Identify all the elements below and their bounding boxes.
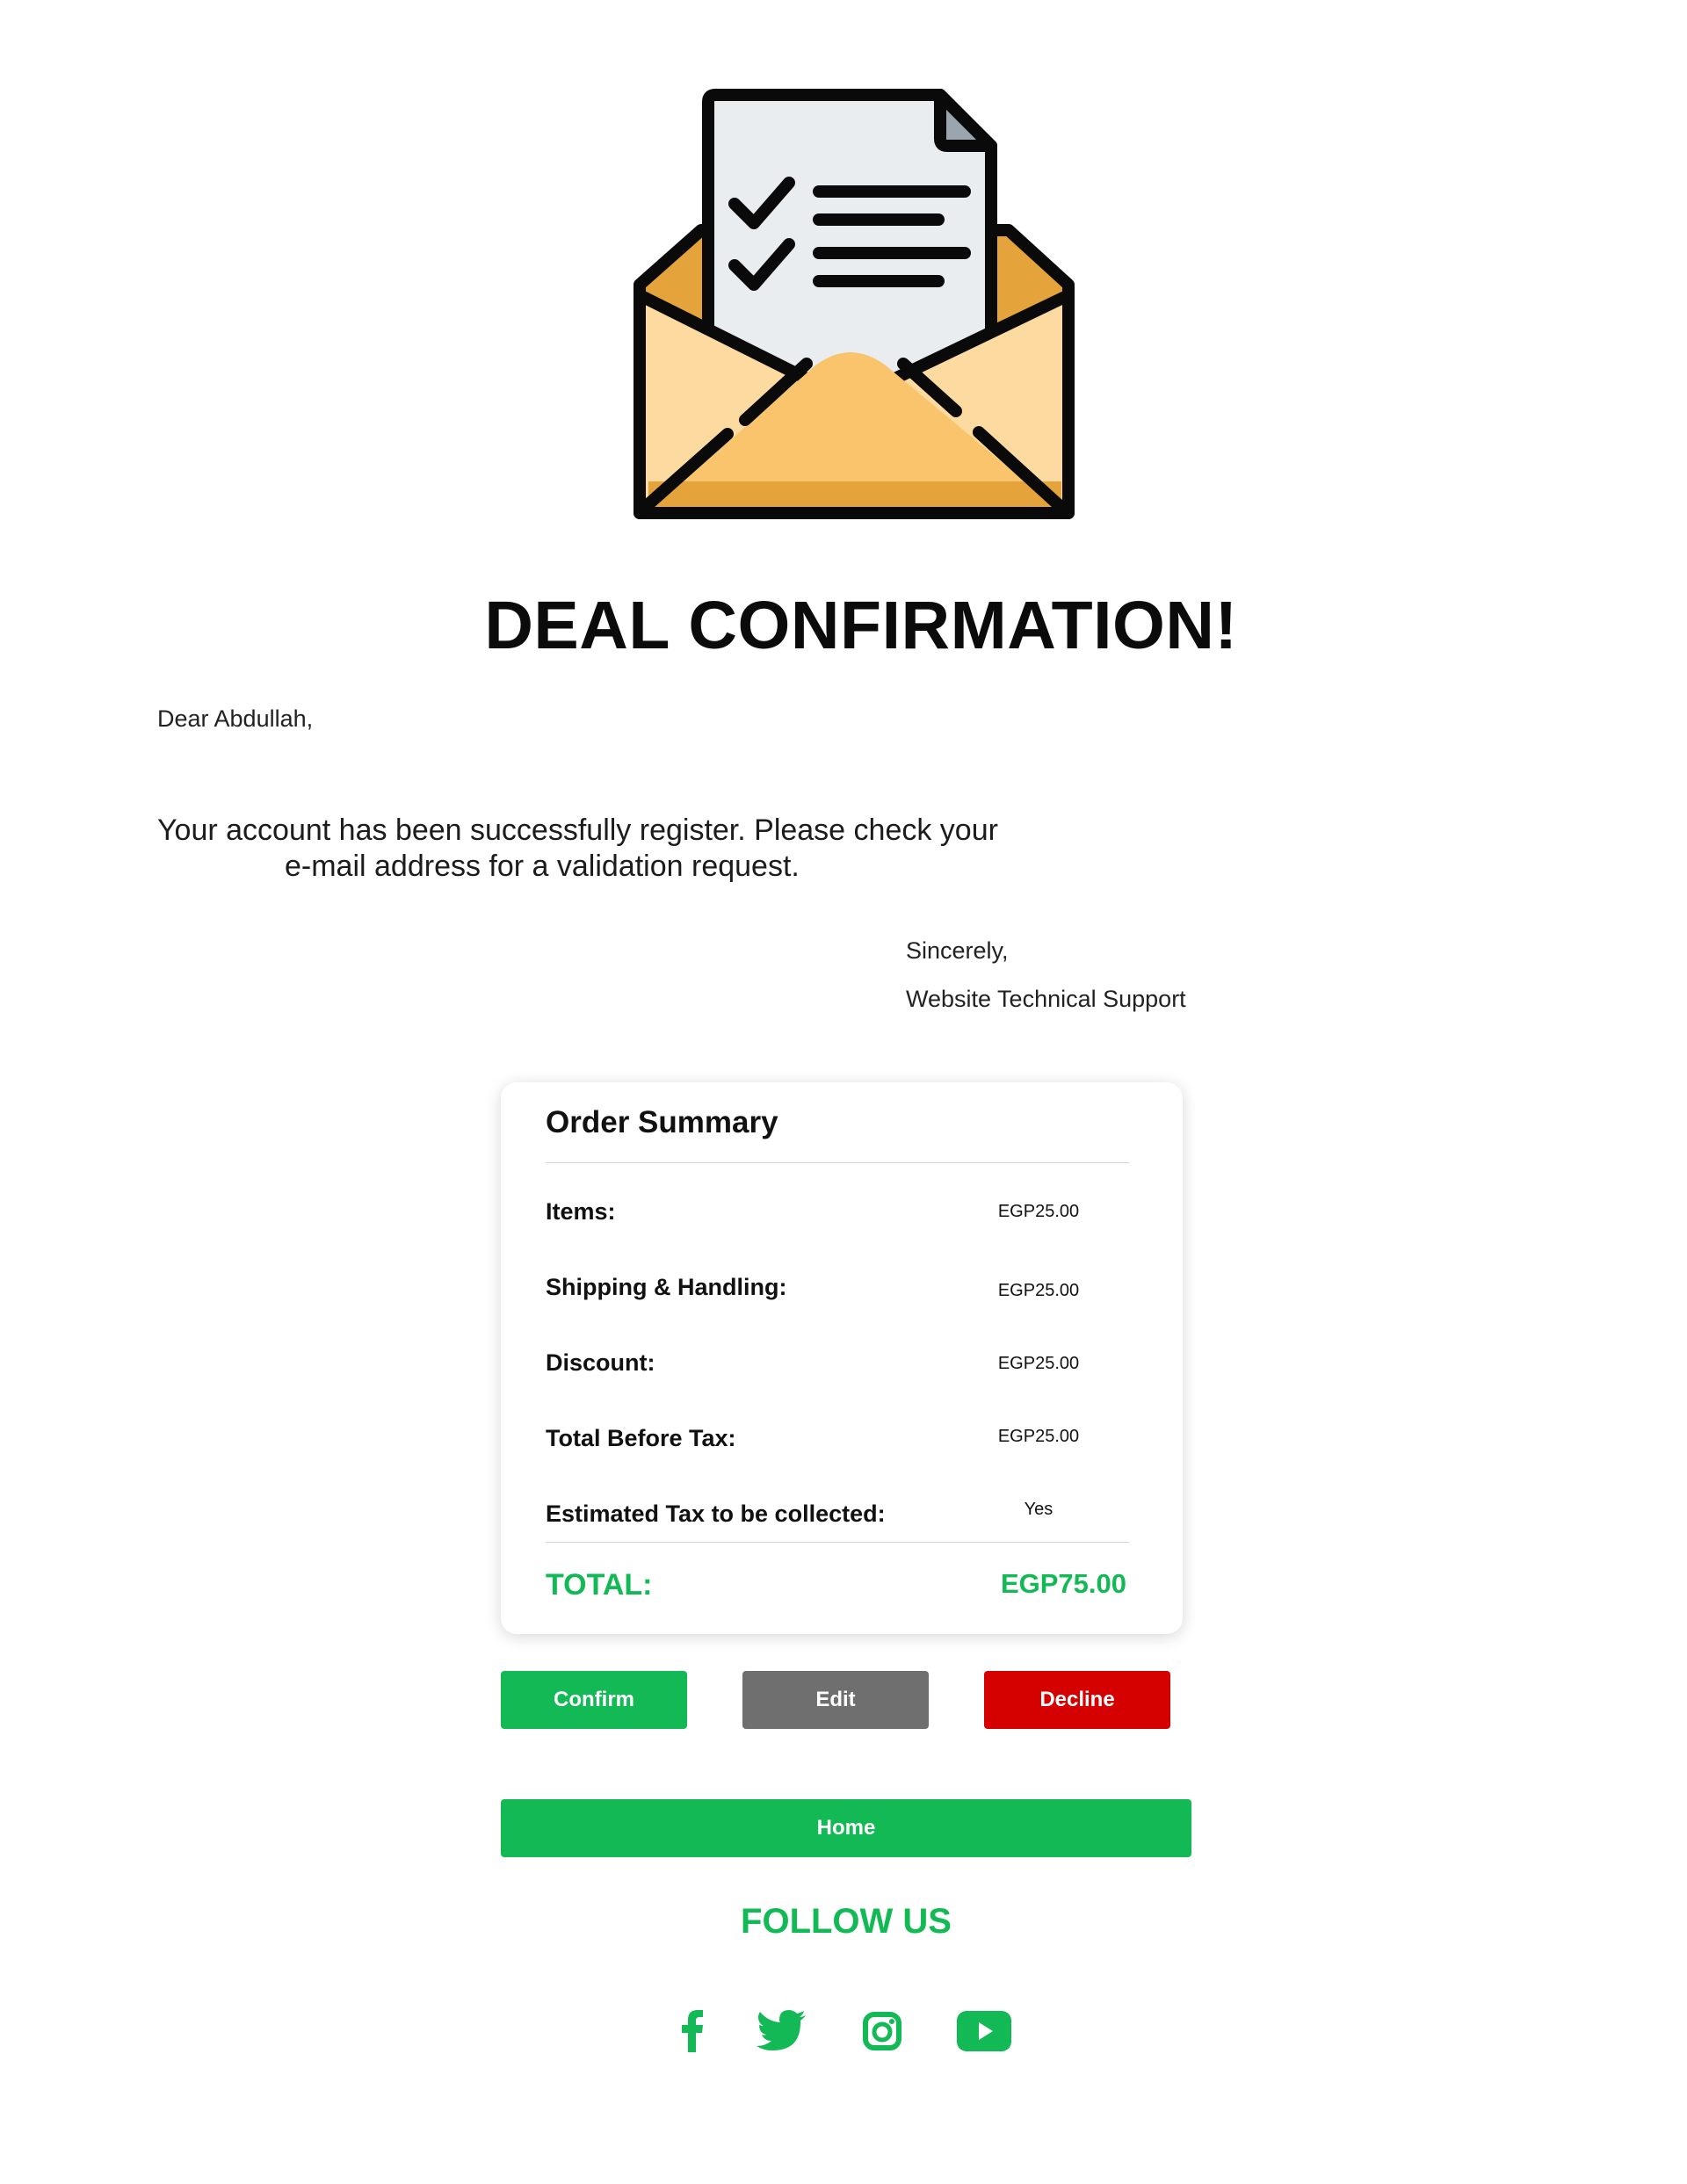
summary-row-value-estimated-tax: Yes xyxy=(1024,1500,1053,1519)
order-summary-title: Order Summary xyxy=(546,1105,778,1139)
envelope-checklist-icon xyxy=(631,84,1079,545)
youtube-icon[interactable] xyxy=(956,2005,1012,2057)
confirm-button[interactable]: Confirm xyxy=(501,1671,687,1729)
summary-row-value-items: EGP25.00 xyxy=(997,1202,1080,1221)
summary-row-label-items: Items: xyxy=(546,1198,616,1225)
divider xyxy=(546,1542,1129,1543)
summary-row-value-discount: EGP25.00 xyxy=(997,1354,1080,1373)
signature-sender: Website Technical Support xyxy=(906,986,1186,1012)
decline-button[interactable]: Decline xyxy=(984,1671,1170,1729)
divider xyxy=(546,1162,1129,1163)
follow-us-heading: FOLLOW US xyxy=(741,1902,952,1941)
summary-row-label-discount: Discount: xyxy=(546,1349,655,1376)
twitter-icon[interactable] xyxy=(756,2005,807,2057)
edit-button[interactable]: Edit xyxy=(742,1671,929,1729)
signature-closing: Sincerely, xyxy=(906,937,1009,964)
summary-row-label-shipping: Shipping & Handling: xyxy=(546,1274,787,1300)
summary-row-value-shipping: EGP25.00 xyxy=(997,1281,1080,1300)
summary-row-label-before-tax: Total Before Tax: xyxy=(546,1425,736,1451)
instagram-icon[interactable] xyxy=(859,2005,905,2057)
total-label: TOTAL: xyxy=(546,1568,653,1602)
total-value: EGP75.00 xyxy=(1000,1568,1126,1599)
message-line-1: Your account has been successfully regis… xyxy=(157,814,998,847)
home-button[interactable]: Home xyxy=(501,1799,1191,1857)
page-title: DEAL CONFIRMATION! xyxy=(484,588,1238,663)
summary-row-value-before-tax: EGP25.00 xyxy=(997,1427,1080,1446)
greeting-text: Dear Abdullah, xyxy=(157,705,314,732)
message-line-2: e-mail address for a validation request. xyxy=(285,850,800,883)
order-summary-card: Order Summary Items: EGP25.00 Shipping &… xyxy=(501,1082,1183,1634)
summary-row-label-estimated-tax: Estimated Tax to be collected: xyxy=(546,1501,886,1527)
facebook-icon[interactable] xyxy=(673,2005,712,2057)
